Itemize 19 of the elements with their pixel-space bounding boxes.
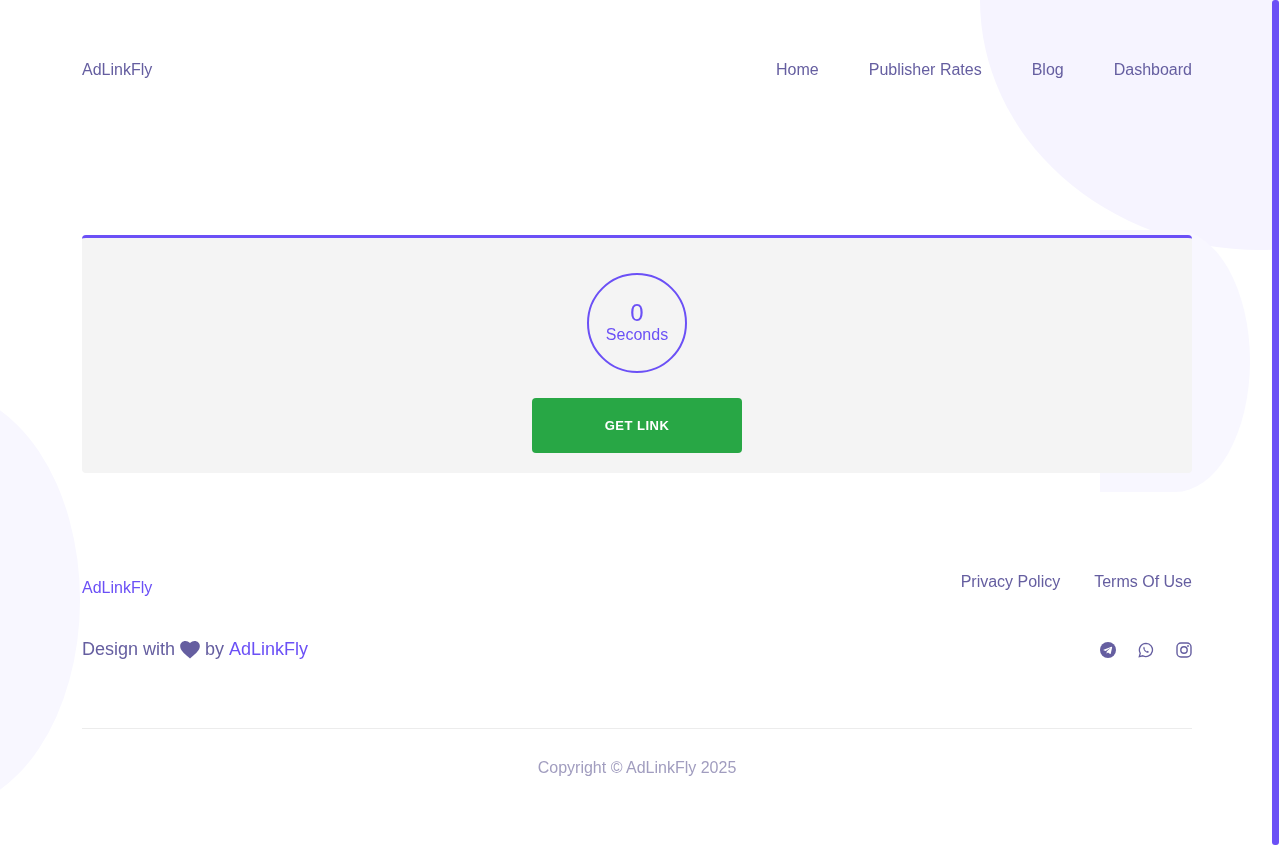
nav-link[interactable]: Home xyxy=(776,60,819,79)
get-link-button[interactable]: GET LINK xyxy=(532,398,742,453)
footer-link[interactable]: Terms Of Use xyxy=(1094,573,1192,591)
scrollbar[interactable] xyxy=(1272,0,1279,845)
whatsapp-icon[interactable] xyxy=(1138,641,1154,658)
heart-icon xyxy=(180,640,201,659)
nav-link[interactable]: Blog xyxy=(1031,60,1064,79)
footer-logo[interactable]: AdLinkFly xyxy=(82,579,153,597)
countdown-unit: Seconds xyxy=(605,325,669,345)
instagram-icon[interactable] xyxy=(1176,641,1192,658)
footer-link[interactable]: Privacy Policy xyxy=(960,573,1061,591)
credit-text: Design with by AdLinkFly xyxy=(82,639,309,660)
nav-link[interactable]: Publisher Rates xyxy=(868,60,982,79)
countdown-number: 0 xyxy=(630,301,644,325)
credit-link[interactable]: AdLinkFly xyxy=(229,639,309,660)
telegram-icon[interactable] xyxy=(1100,641,1116,658)
nav-link[interactable]: Dashboard xyxy=(1113,60,1192,79)
site-logo[interactable]: AdLinkFly xyxy=(82,60,153,79)
copyright-text: Copyright © AdLinkFly 2025 xyxy=(536,759,738,777)
